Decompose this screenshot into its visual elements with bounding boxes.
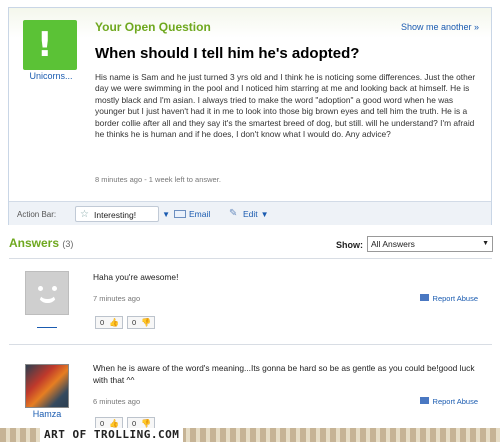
envelope-icon [174,210,186,218]
edit-button[interactable]: ✎ Edit ▼ [229,206,269,222]
question-body: His name is Sam and he just turned 3 yrs… [95,72,476,140]
dropdown-arrow-icon: ▼ [482,240,489,247]
answerer-username[interactable]: Hamza [20,409,74,419]
watermark-text: ART OF TROLLING.COM [40,428,184,442]
interesting-label: Interesting! [94,210,137,220]
pencil-icon: ✎ [229,208,238,219]
star-icon: ☆ [80,209,89,220]
asker-username[interactable]: Unicorns... [19,71,83,81]
report-abuse-link[interactable]: Report Abuse [419,397,478,406]
answer-filter-select[interactable]: All Answers ▼ [367,236,493,252]
report-abuse-label: Report Abuse [432,397,478,406]
action-bar: Action Bar: ☆ Interesting! ▼ Email ✎ Edi… [9,201,491,225]
thumbs-up-count: 0 [100,318,105,327]
thumbs-down-count: 0 [132,419,137,428]
flag-icon [419,397,429,404]
thumbs-up-icon: 👍 [109,318,119,327]
divider [9,344,492,345]
flag-icon [419,294,429,301]
avatar-eye [52,286,57,291]
answer-time: 6 minutes ago [93,397,141,406]
answerer-avatar[interactable] [25,364,69,408]
question-meta: 8 minutes ago - 1 week left to answer. [95,175,221,184]
interesting-button[interactable]: ☆ Interesting! ▼ [75,206,170,222]
avatar-mouth [38,294,57,303]
report-abuse-label: Report Abuse [432,294,478,303]
answerer-username[interactable] [37,319,57,328]
answers-title: Answers [9,236,60,250]
thumbs-up-button[interactable]: 0 👍 [95,316,123,329]
answer-filter-value: All Answers [371,239,415,249]
question-section-label: Your Open Question [95,20,211,34]
avatar-eye [38,286,43,291]
thumbs-up-count: 0 [100,419,105,428]
answerer-avatar[interactable] [25,271,69,315]
exclamation-icon: ! [37,25,53,65]
chevron-down-icon: ▼ [260,210,269,219]
divider [9,258,492,259]
edit-label: Edit [243,209,258,219]
thumbs-down-button[interactable]: 0 👎 [127,316,155,329]
email-label: Email [189,209,211,219]
answer-text: Haha you're awesome! [93,272,179,282]
watermark-banner: ART OF TROLLING.COM [0,428,500,442]
thumbs-down-icon: 👎 [141,318,151,327]
question-box: ! Unicorns... Your Open Question Show me… [8,7,492,225]
answer-text: When he is aware of the word's meaning..… [93,363,475,385]
answers-count: (3) [62,239,74,249]
report-abuse-link[interactable]: Report Abuse [419,294,478,303]
question-title: When should I tell him he's adopted? [95,45,360,62]
thumbs-down-count: 0 [132,318,137,327]
show-filter-label: Show: [336,240,363,250]
answer-time: 7 minutes ago [93,294,141,303]
asker-avatar[interactable]: ! [23,20,77,70]
answers-heading: Answers (3) [9,236,73,250]
action-bar-label: Action Bar: [17,210,57,219]
chevron-down-icon[interactable]: ▼ [162,207,170,223]
email-button[interactable]: Email [174,206,210,222]
show-another-link[interactable]: Show me another » [401,22,479,32]
